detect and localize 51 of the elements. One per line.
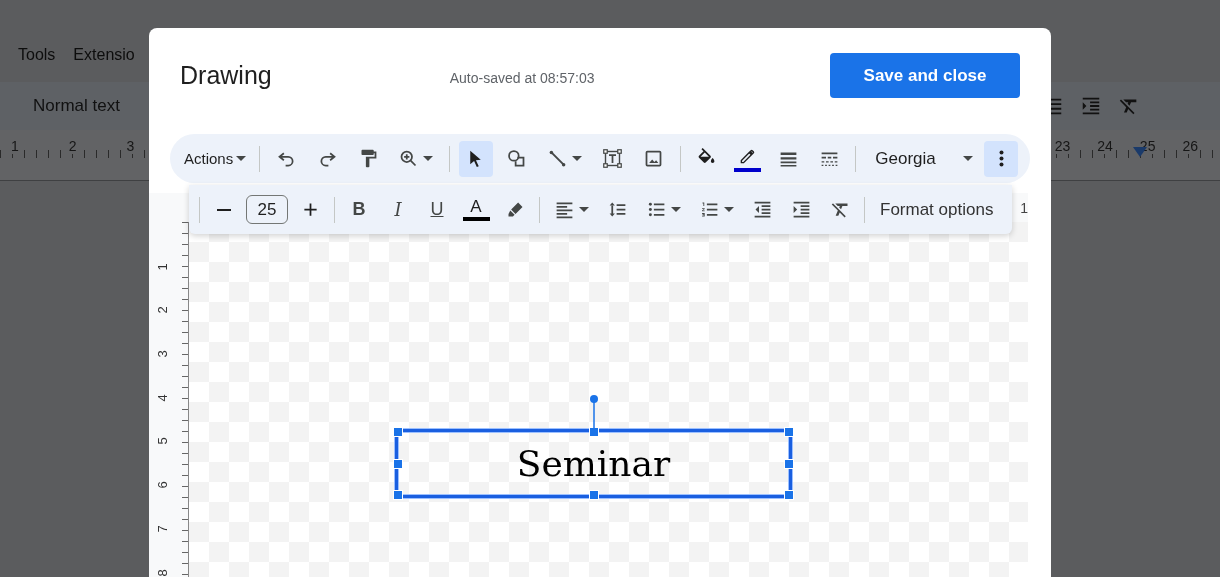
- indent-increase-icon[interactable]: [1080, 95, 1102, 117]
- save-and-close-button[interactable]: Save and close: [830, 53, 1020, 98]
- ruler-number: 6: [155, 481, 170, 489]
- bold-button[interactable]: B: [342, 191, 376, 228]
- select-tool-button[interactable]: [458, 140, 493, 177]
- caret-icon: [723, 207, 734, 212]
- more-button[interactable]: [984, 140, 1019, 177]
- resize-handle[interactable]: [588, 490, 599, 500]
- ruler-number: 3: [155, 350, 170, 358]
- ruler-number: 1: [11, 138, 19, 154]
- text-color-button[interactable]: A: [459, 191, 493, 228]
- rotation-handle[interactable]: [588, 394, 599, 430]
- resize-handle[interactable]: [393, 490, 403, 500]
- ruler-number: 3: [126, 138, 135, 154]
- ruler-number: 1: [1020, 199, 1028, 216]
- ruler-number: 5: [155, 437, 170, 446]
- ruler-number: 7: [155, 525, 170, 533]
- resize-handle[interactable]: [588, 427, 599, 437]
- format-options-button[interactable]: Format options: [876, 192, 998, 227]
- text-color-swatch: [462, 217, 490, 221]
- caret-icon: [423, 156, 434, 161]
- ruler-number: 23: [1054, 138, 1071, 154]
- actions-menu[interactable]: Actions: [180, 141, 251, 176]
- resize-handle[interactable]: [784, 458, 794, 469]
- more-vertical-icon: [998, 150, 1004, 167]
- ruler-number: 24: [1097, 138, 1113, 154]
- ruler-number: 2: [68, 138, 77, 154]
- italic-button[interactable]: I: [381, 191, 415, 228]
- resize-handle[interactable]: [393, 427, 403, 437]
- underline-button[interactable]: U: [420, 191, 454, 228]
- ruler-number: 2: [155, 306, 170, 314]
- font-dropdown[interactable]: Georgia: [871, 141, 978, 176]
- caret-icon: [236, 156, 247, 161]
- caret-icon: [670, 207, 681, 212]
- minus-icon: [217, 208, 231, 211]
- ruler-number: 8: [155, 568, 170, 577]
- autosave-status: Auto-saved at 08:57:03: [449, 70, 595, 86]
- resize-handle[interactable]: [784, 490, 794, 500]
- caret-icon: [572, 156, 583, 161]
- text-box-text: Seminar: [516, 443, 671, 484]
- ruler-number: 4: [155, 394, 170, 402]
- dialog-title: Drawing: [180, 61, 272, 90]
- text-box-icon: [602, 148, 624, 169]
- line-color-swatch: [734, 167, 761, 172]
- caret-icon: [578, 207, 589, 212]
- ruler-number: 1: [155, 263, 170, 271]
- font-size-field[interactable]: 25: [246, 195, 288, 224]
- resize-handle[interactable]: [393, 458, 403, 469]
- caret-icon: [963, 156, 974, 161]
- ruler-number: 26: [1182, 138, 1198, 154]
- resize-handle[interactable]: [784, 427, 794, 437]
